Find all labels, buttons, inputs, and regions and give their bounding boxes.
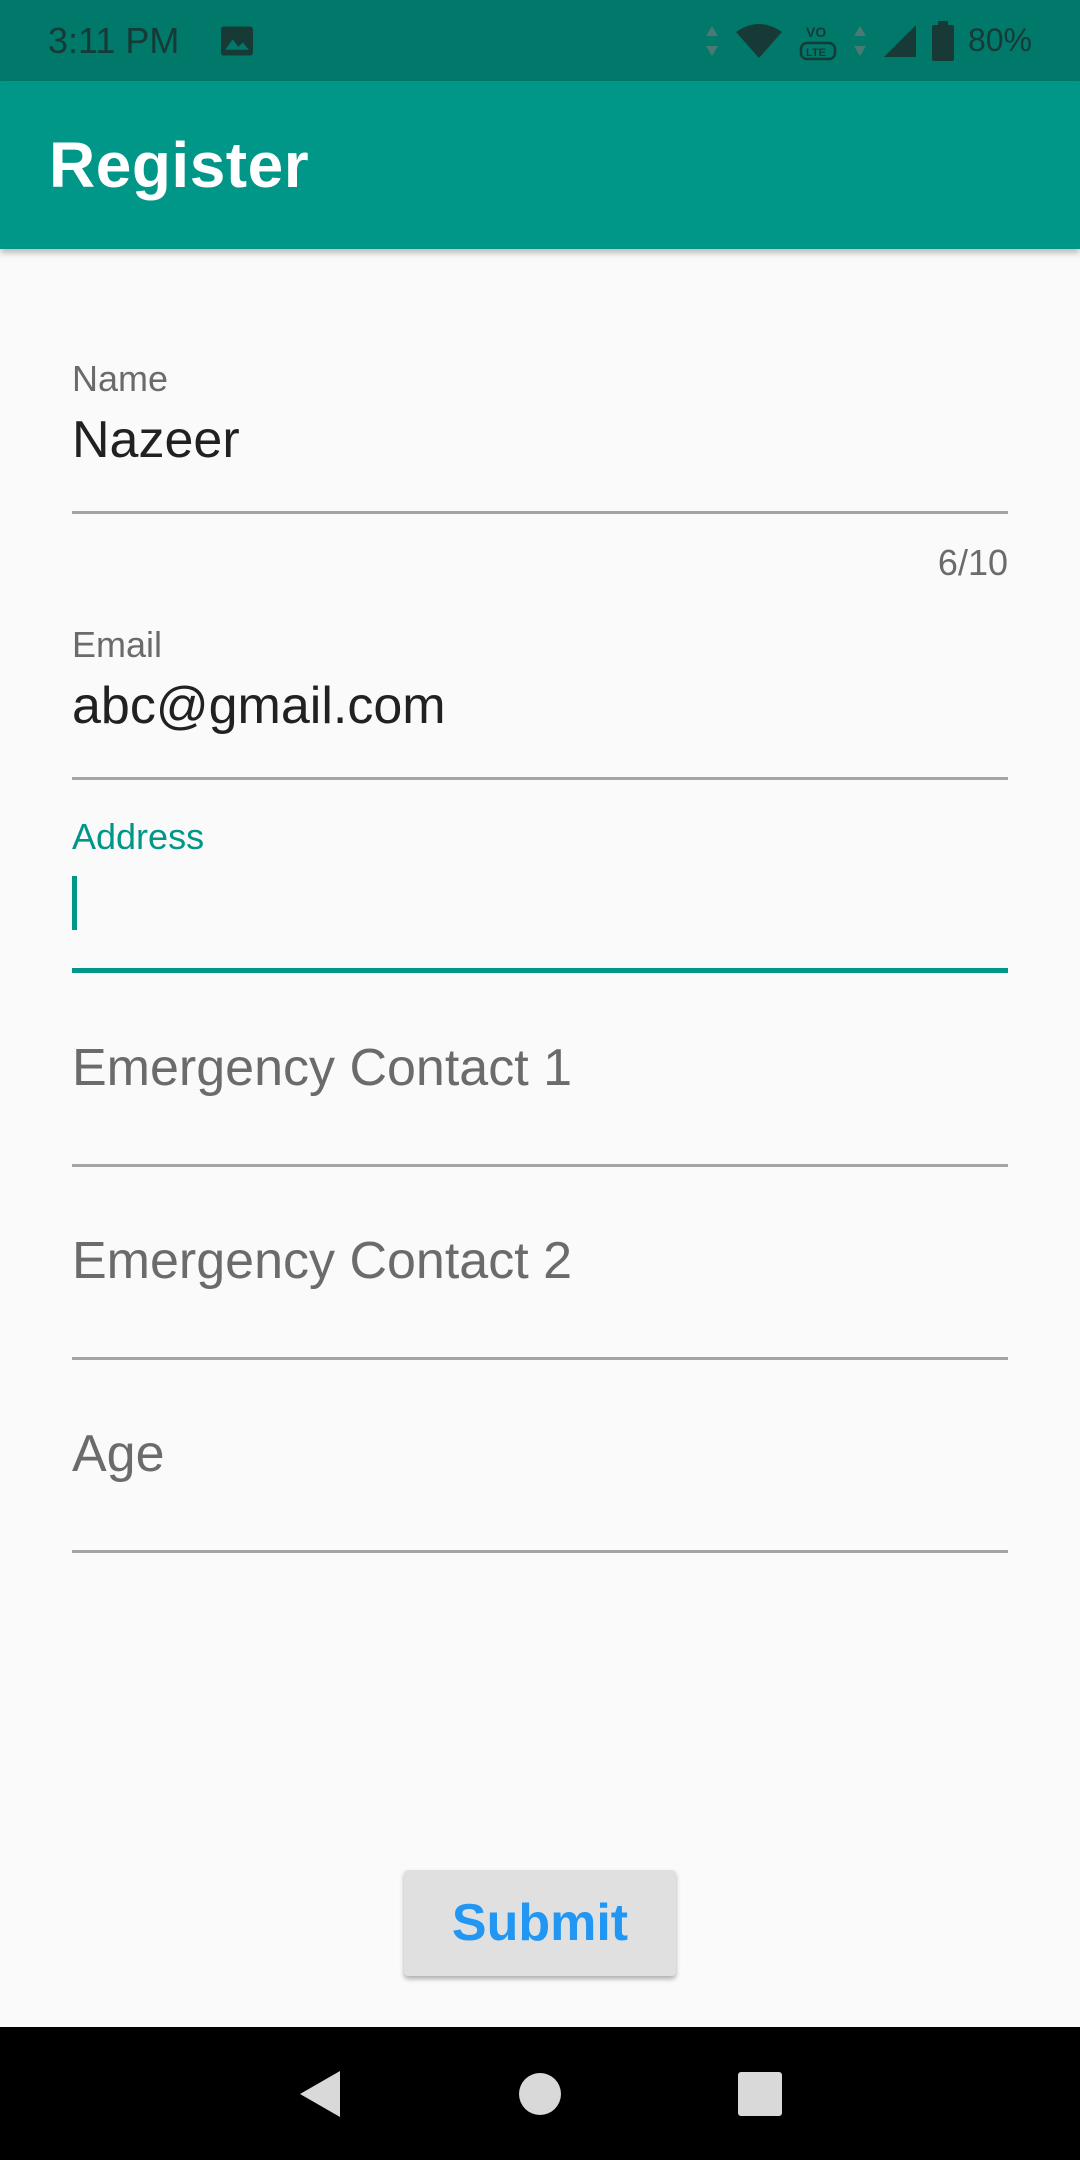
name-field[interactable]: Name Nazeer — [72, 358, 1008, 518]
status-icons: VO LTE 80% — [704, 19, 1032, 63]
emergency-contact-2-field[interactable]: Emergency Contact 2 — [72, 1231, 1008, 1361]
system-nav-bar — [0, 2027, 1080, 2160]
battery-percent: 80% — [967, 22, 1032, 58]
emergency-contact-2-underline — [72, 1357, 1008, 1360]
back-button[interactable] — [290, 2064, 350, 2124]
recents-button[interactable] — [730, 2064, 790, 2124]
data-arrows-icon-2 — [853, 25, 866, 56]
age-underline — [72, 1550, 1008, 1553]
emergency-contact-1-hint: Emergency Contact 1 — [72, 1039, 573, 1097]
svg-text:VO: VO — [806, 24, 826, 40]
name-underline — [72, 511, 1008, 514]
emergency-contact-2-hint: Emergency Contact 2 — [72, 1232, 573, 1290]
address-field[interactable]: Address — [72, 816, 1008, 976]
svg-text:LTE: LTE — [806, 47, 826, 59]
email-underline — [72, 777, 1008, 780]
name-value[interactable]: Nazeer — [72, 410, 1008, 470]
page-title: Register — [49, 129, 310, 201]
back-icon — [300, 2070, 340, 2117]
name-char-counter: 6/10 — [937, 542, 1008, 583]
wifi-icon — [735, 23, 782, 58]
status-bar: 3:11 PM VO LTE 80% — [0, 0, 1080, 81]
battery-icon — [931, 20, 954, 61]
address-label: Address — [72, 816, 205, 857]
address-underline — [72, 968, 1008, 973]
emergency-contact-1-field[interactable]: Emergency Contact 1 — [72, 1038, 1008, 1168]
signal-icon — [883, 24, 916, 57]
recents-icon — [738, 2071, 782, 2116]
home-icon — [519, 2072, 561, 2115]
email-value[interactable]: abc@gmail.com — [72, 676, 1008, 736]
email-label: Email — [72, 624, 163, 665]
submit-button[interactable]: Submit — [404, 1870, 676, 1976]
register-screen: 3:11 PM VO LTE 80% Register Name Nazeer … — [0, 0, 1080, 2160]
home-button[interactable] — [510, 2064, 570, 2124]
age-field[interactable]: Age — [72, 1424, 1008, 1554]
text-cursor — [72, 876, 77, 930]
emergency-contact-1-underline — [72, 1164, 1008, 1167]
email-field[interactable]: Email abc@gmail.com — [72, 624, 1008, 784]
app-bar: Register — [0, 81, 1080, 249]
age-hint: Age — [72, 1425, 165, 1483]
image-icon — [221, 25, 254, 56]
data-arrows-icon — [705, 25, 718, 56]
status-time: 3:11 PM — [48, 19, 180, 61]
volte-icon: VO LTE — [799, 24, 837, 60]
name-label: Name — [72, 358, 169, 399]
